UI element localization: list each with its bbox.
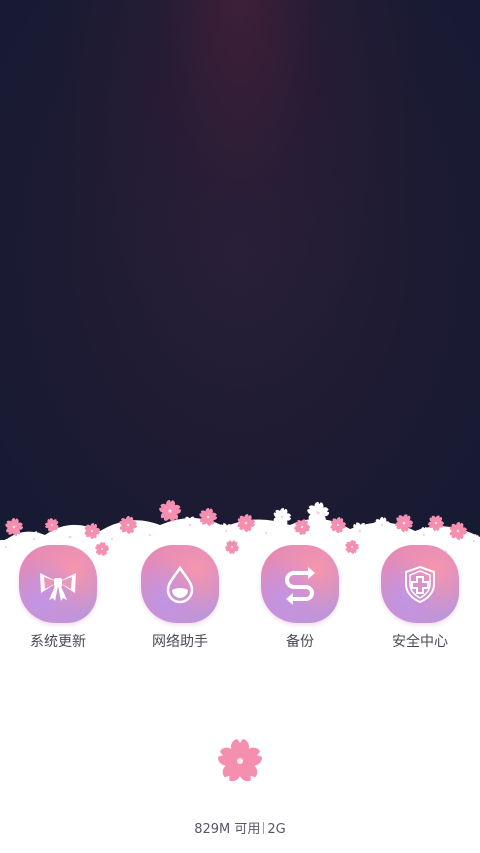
home-screen: 系统更新 网络助手 备份 安全中心 829M 可用 2G (0, 0, 480, 853)
memory-total: 2G (267, 822, 286, 837)
shortcut-label: 网络助手 (152, 634, 208, 650)
backup-shortcut[interactable]: 备份 (252, 545, 348, 651)
network-assistant-shortcut[interactable]: 网络助手 (132, 545, 228, 651)
backup-bubble (261, 545, 339, 623)
system-update-shortcut[interactable]: 系统更新 (10, 545, 106, 651)
security-center-bubble (381, 545, 459, 623)
water-drop-icon (166, 565, 194, 604)
sakura-flower-icon[interactable] (216, 736, 264, 784)
memory-available: 829M 可用 (194, 822, 261, 837)
system-update-bubble (19, 545, 97, 623)
memory-status: 829M 可用 2G (0, 818, 480, 837)
memory-separator (263, 822, 265, 834)
shortcut-label: 安全中心 (392, 634, 448, 650)
sakura-petals (218, 739, 262, 782)
night-sky-background (0, 0, 480, 560)
shortcut-label: 系统更新 (30, 634, 86, 650)
network-assistant-bubble (141, 545, 219, 623)
security-center-shortcut[interactable]: 安全中心 (372, 545, 468, 651)
sync-arrows-icon (285, 567, 315, 605)
bow-icon (40, 573, 76, 601)
shield-plus-icon (405, 565, 435, 604)
shortcut-label: 备份 (286, 634, 314, 650)
